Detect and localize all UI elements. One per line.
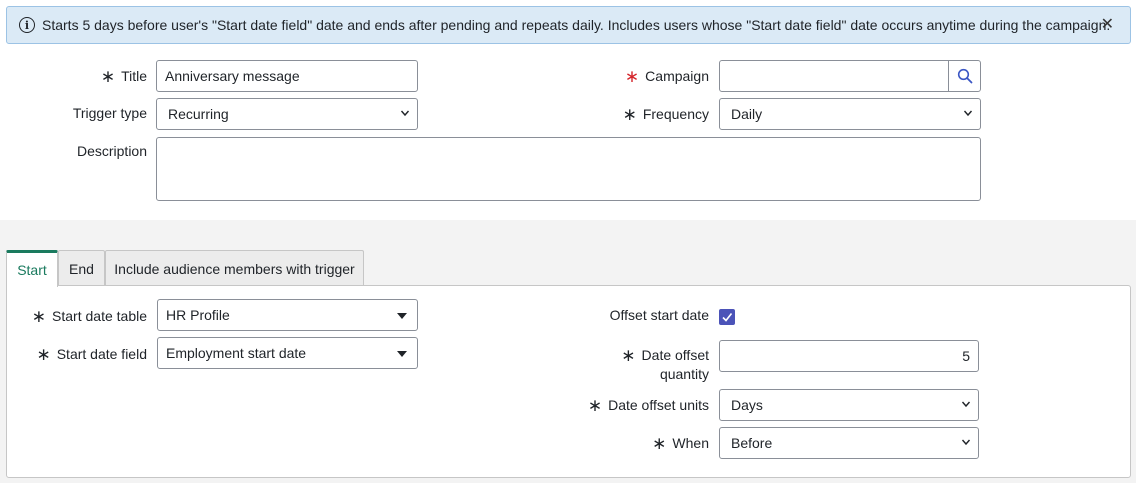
tab-end[interactable]: End	[58, 250, 105, 286]
required-icon: ∗	[31, 307, 47, 326]
description-textarea[interactable]	[156, 137, 981, 201]
date-offset-units-label: ∗ Date offset units	[588, 396, 709, 416]
search-icon	[957, 68, 972, 84]
tab-include-audience[interactable]: Include audience members with trigger	[105, 250, 364, 286]
title-label: ∗ Title	[101, 67, 147, 87]
required-icon: ∗	[587, 396, 603, 415]
when-label: ∗ When	[652, 434, 709, 454]
frequency-value: Daily	[731, 106, 763, 122]
start-date-table-select[interactable]: HR Profile	[157, 299, 418, 331]
date-offset-quantity-label-line1: Date offset	[641, 347, 709, 363]
start-date-field-value: Employment start date	[166, 345, 307, 361]
date-offset-quantity-label: ∗ Date offset quantity	[621, 346, 709, 383]
required-icon: ∗	[36, 345, 51, 364]
trigger-type-value: Recurring	[168, 106, 229, 122]
start-date-field-label-text: Start date field	[56, 346, 147, 362]
required-icon: ∗	[622, 105, 637, 124]
title-label-text: Title	[121, 68, 147, 84]
caret-down-icon	[397, 313, 407, 319]
when-label-text: When	[672, 435, 709, 451]
required-icon: ∗	[652, 434, 667, 453]
date-offset-quantity-input[interactable]: 5	[719, 340, 979, 372]
chevron-down-icon	[963, 110, 973, 117]
start-date-table-label-text: Start date table	[52, 308, 147, 324]
close-icon[interactable]: ✕	[1101, 16, 1114, 34]
caret-down-icon	[397, 351, 407, 357]
campaign-search-button[interactable]	[948, 61, 980, 91]
frequency-label-text: Frequency	[642, 106, 709, 122]
tab-start[interactable]: Start	[6, 250, 58, 287]
start-date-field-label: ∗ Start date field	[36, 345, 147, 365]
campaign-label: ∗ Campaign	[625, 67, 709, 87]
date-offset-units-select[interactable]: Days	[719, 389, 979, 421]
required-icon: ∗	[624, 67, 640, 86]
chevron-down-icon	[961, 401, 971, 408]
chevron-down-icon	[961, 439, 971, 446]
date-offset-quantity-value: 5	[962, 348, 970, 364]
start-date-table-value: HR Profile	[166, 307, 230, 323]
date-offset-quantity-label-line2: quantity	[659, 366, 709, 382]
info-icon: i	[19, 17, 35, 33]
info-banner: i Starts 5 days before user's "Start dat…	[6, 6, 1131, 44]
when-value: Before	[731, 435, 773, 451]
required-icon: ∗	[100, 67, 116, 86]
trigger-type-label: Trigger type	[72, 105, 147, 121]
start-date-table-label: ∗ Start date table	[32, 307, 147, 327]
required-icon: ∗	[621, 346, 636, 365]
checkmark-icon	[722, 313, 733, 322]
date-offset-units-value: Days	[731, 397, 763, 413]
date-offset-units-label-text: Date offset units	[608, 397, 709, 413]
when-select[interactable]: Before	[719, 427, 979, 459]
offset-start-date-checkbox[interactable]	[719, 309, 735, 325]
campaign-input[interactable]	[719, 60, 981, 92]
start-date-field-select[interactable]: Employment start date	[157, 337, 418, 369]
trigger-type-select[interactable]: Recurring	[156, 98, 418, 130]
description-label: Description	[76, 143, 147, 159]
frequency-select[interactable]: Daily	[719, 98, 981, 130]
frequency-label: ∗ Frequency	[623, 105, 709, 125]
chevron-down-icon	[400, 110, 410, 117]
campaign-label-text: Campaign	[645, 68, 709, 84]
title-input[interactable]: Anniversary message	[156, 60, 418, 92]
title-input-value: Anniversary message	[165, 68, 300, 84]
offset-start-date-label: Offset start date	[609, 307, 709, 323]
banner-message: Starts 5 days before user's "Start date …	[42, 17, 1111, 33]
